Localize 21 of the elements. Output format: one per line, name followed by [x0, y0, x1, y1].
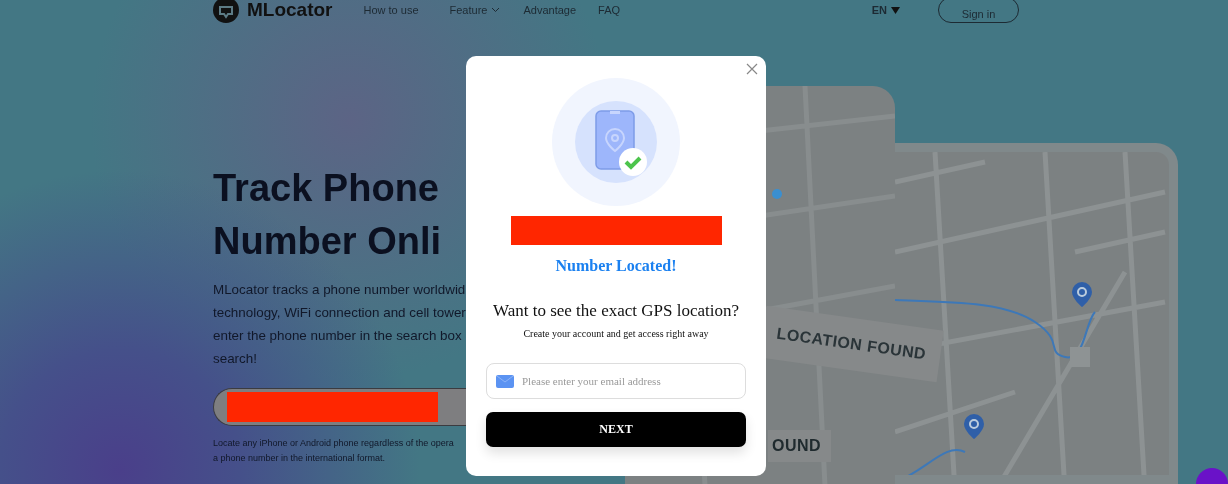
email-input-field[interactable]: Please enter your email address [486, 362, 746, 399]
modal-subtitle: Create your account and get access right away [523, 326, 709, 341]
location-dot-icon [772, 189, 782, 199]
logo-text[interactable]: MLocator [247, 0, 333, 20]
next-button[interactable]: NEXT [486, 411, 746, 447]
map-pin-icon [964, 414, 984, 439]
hero-note: Locate any iPhone or Android phone regardless of the opera a phone number in the international format. [213, 437, 455, 465]
location-found-label: OUND [768, 430, 832, 462]
hero-title: Track Phone Number Onli [213, 166, 443, 264]
nav-link[interactable]: FAQ [598, 1, 621, 19]
language-selector[interactable]: EN [871, 1, 900, 19]
nav-link[interactable]: Advantage [523, 1, 577, 19]
nav-link[interactable]: Feature [449, 1, 501, 19]
modal-question: Want to see the exact GPS location? [493, 300, 739, 322]
map-pin-icon [1072, 282, 1092, 307]
close-icon [746, 63, 758, 75]
close-button[interactable] [746, 63, 758, 75]
status-title: Number Located! [555, 256, 677, 276]
logo-icon[interactable] [213, 0, 239, 23]
caret-down-icon [891, 6, 900, 14]
nav-link[interactable]: How to use [363, 1, 419, 19]
